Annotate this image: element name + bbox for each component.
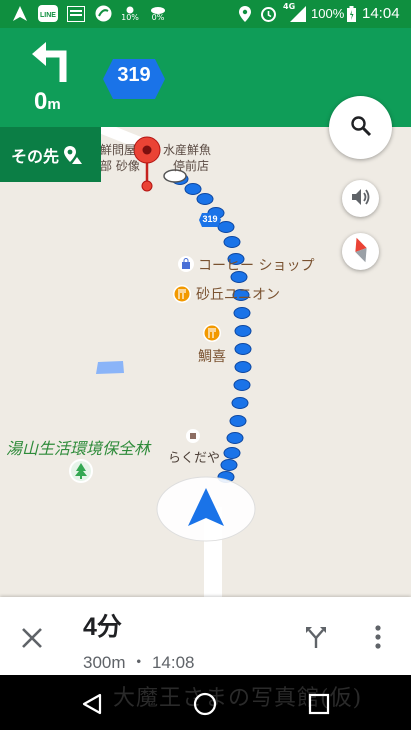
- restaurant-icon[interactable]: [203, 324, 221, 342]
- navigation-arrow-icon: [11, 5, 29, 22]
- route-dot: [220, 459, 238, 471]
- route-dot: [226, 432, 244, 444]
- line-app-icon: LINE: [37, 5, 59, 22]
- destination-label-2: 部 砂像: [100, 159, 140, 173]
- search-icon: [349, 114, 373, 142]
- tree-icon[interactable]: [69, 459, 93, 483]
- close-button[interactable]: [19, 625, 45, 651]
- current-location-icon: [156, 476, 256, 542]
- more-options-button[interactable]: [368, 624, 388, 650]
- park-label[interactable]: 湯山生活環境保全林: [6, 435, 150, 459]
- search-button[interactable]: [329, 96, 392, 159]
- compass-icon: [353, 237, 369, 267]
- back-button[interactable]: [80, 692, 104, 716]
- network-label: 4G: [283, 2, 296, 11]
- home-icon: [193, 692, 217, 720]
- poi-label-taiki[interactable]: 鯛喜: [198, 346, 226, 366]
- poi-label-coffee-shop[interactable]: コーヒー ショップ: [198, 255, 314, 275]
- turn-left-icon: [30, 38, 72, 82]
- weather-2-percent: 0%: [151, 13, 165, 22]
- eta-detail: 300m ・ 14:08: [83, 653, 195, 672]
- route-dot: [223, 236, 241, 248]
- more-vert-icon: [368, 625, 388, 654]
- alternate-routes-button[interactable]: [303, 624, 329, 650]
- destination-label-2b: 停前店: [173, 159, 210, 173]
- alternate-routes-icon: [303, 627, 329, 654]
- home-button[interactable]: [193, 692, 217, 716]
- route-dot: [229, 415, 247, 427]
- trip-panel[interactable]: [0, 597, 411, 675]
- road-shield-small-text: 319: [202, 214, 218, 224]
- volume-icon: [351, 188, 371, 210]
- destination-label-1: 鮮問屋: [100, 143, 137, 157]
- route-dot: [223, 447, 241, 459]
- sync-icon: [94, 5, 112, 22]
- volume-button[interactable]: [342, 180, 379, 217]
- then-step-chip[interactable]: その先: [0, 127, 101, 182]
- route-dot: [234, 325, 252, 337]
- battery-icon: [346, 5, 356, 22]
- weather-sun-icon: 10%: [119, 5, 141, 22]
- then-label: その先: [11, 146, 60, 166]
- recents-icon: [308, 693, 330, 719]
- weather-1-percent: 10%: [121, 13, 139, 22]
- distance-value: 0: [34, 88, 48, 115]
- route-dot: [234, 343, 252, 355]
- news-app-icon: [66, 5, 86, 22]
- alarm-icon: [259, 5, 277, 22]
- poi-label-sakyu-union[interactable]: 砂丘ユニオン: [196, 284, 280, 304]
- arrive-destination-icon: [63, 145, 83, 165]
- eta-duration: 4分: [83, 613, 122, 641]
- route-dot: [234, 361, 252, 373]
- compass-button[interactable]: [342, 233, 379, 270]
- route-dot: [233, 379, 251, 391]
- route-number: 319: [117, 64, 151, 86]
- restaurant-icon[interactable]: [173, 285, 191, 303]
- battery-percent: 100%: [311, 6, 345, 21]
- maneuver-distance: 0m: [34, 88, 61, 116]
- shopping-bag-icon[interactable]: [178, 256, 194, 272]
- route-dot: [231, 397, 249, 409]
- status-bar: LINE 10% 0% 4G 100% 14:04: [0, 0, 411, 28]
- status-time: 14:04: [362, 5, 400, 22]
- distance-unit: m: [47, 96, 61, 113]
- route-dot: [233, 307, 251, 319]
- svg-text:LINE: LINE: [40, 12, 56, 19]
- destination-label-1b: 水産鮮魚: [163, 143, 212, 157]
- location-pin-icon: [238, 5, 252, 22]
- route-dot: [196, 193, 214, 205]
- poi-label-rakudaya[interactable]: らくだや: [168, 447, 220, 466]
- back-icon: [80, 693, 104, 720]
- poi-square-icon[interactable]: [186, 428, 200, 443]
- route-dot: [184, 183, 202, 195]
- recents-button[interactable]: [308, 693, 330, 715]
- close-icon: [19, 628, 45, 655]
- weather-cloud-icon: 0%: [147, 5, 169, 22]
